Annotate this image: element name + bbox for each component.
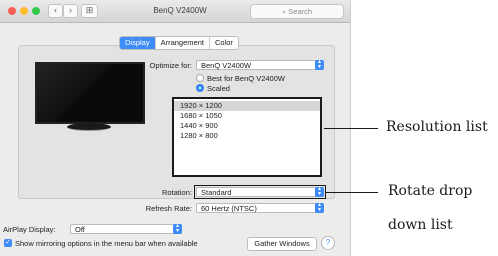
airplay-display-select[interactable]: Off ▴ ▾ bbox=[70, 223, 182, 234]
list-item[interactable]: 1440 × 900 bbox=[174, 121, 320, 131]
tab-display[interactable]: Display bbox=[120, 37, 156, 49]
minimize-window-button[interactable] bbox=[20, 7, 28, 15]
show-all-button[interactable]: ⊞ bbox=[81, 4, 98, 18]
list-item[interactable]: 1680 × 1050 bbox=[174, 111, 320, 121]
tab-arrangement[interactable]: Arrangement bbox=[156, 37, 210, 49]
updown-arrows-icon: ▴ ▾ bbox=[315, 59, 324, 70]
optimize-for-value: BenQ V2400W bbox=[201, 61, 252, 70]
grid-icon: ⊞ bbox=[85, 5, 94, 15]
monitor-screen-reflection bbox=[37, 64, 143, 122]
airplay-display-value: Off bbox=[75, 225, 85, 234]
resolution-list-callout: Resolution list bbox=[386, 119, 488, 135]
gather-windows-button[interactable]: Gather Windows bbox=[247, 237, 317, 251]
rotation-label: Rotation: bbox=[161, 188, 192, 197]
help-button[interactable]: ? bbox=[321, 236, 335, 250]
close-window-button[interactable] bbox=[8, 7, 16, 15]
display-preferences-window: ‹ › ⊞ BenQ V2400W ⌕ Search Display Arran… bbox=[0, 0, 351, 256]
title-bar: ‹ › ⊞ BenQ V2400W ⌕ Search bbox=[0, 0, 350, 23]
radio-best-for-display[interactable] bbox=[196, 74, 204, 82]
list-item[interactable]: 1280 × 800 bbox=[174, 131, 320, 141]
monitor-stand-base bbox=[67, 123, 111, 131]
updown-arrows-icon: ▴ ▾ bbox=[173, 223, 182, 234]
search-field[interactable]: ⌕ Search bbox=[250, 4, 344, 19]
rotation-value: Standard bbox=[201, 188, 232, 197]
updown-arrows-icon: ▴ ▾ bbox=[315, 202, 324, 213]
chevron-right-icon: › bbox=[69, 5, 72, 15]
chevron-left-icon: ‹ bbox=[54, 5, 57, 15]
zoom-window-button[interactable] bbox=[32, 7, 40, 15]
search-placeholder: Search bbox=[288, 7, 313, 16]
radio-best-for-display-label: Best for BenQ V2400W bbox=[207, 74, 285, 83]
tab-bar: Display Arrangement Color bbox=[119, 36, 239, 50]
window-title: BenQ V2400W bbox=[153, 6, 207, 15]
search-icon: ⌕ bbox=[281, 7, 287, 16]
rotate-callout-line2: down list bbox=[388, 217, 453, 233]
back-button[interactable]: ‹ bbox=[48, 4, 63, 18]
tab-color[interactable]: Color bbox=[210, 37, 238, 49]
radio-scaled[interactable] bbox=[196, 84, 204, 92]
airplay-display-label: AirPlay Display: bbox=[3, 225, 56, 234]
refresh-rate-select[interactable]: 60 Hertz (NTSC) ▴ ▾ bbox=[196, 202, 324, 213]
radio-scaled-label: Scaled bbox=[207, 84, 230, 93]
rotate-callout-line bbox=[326, 192, 378, 193]
optimize-for-select[interactable]: BenQ V2400W ▴ ▾ bbox=[196, 59, 324, 70]
refresh-rate-label: Refresh Rate: bbox=[145, 204, 192, 213]
optimize-for-label: Optimize for: bbox=[149, 61, 192, 70]
rotate-callout-line1: Rotate drop bbox=[388, 183, 473, 199]
rotation-select[interactable]: Standard ▴ ▾ bbox=[196, 186, 324, 197]
updown-arrows-icon: ▴ ▾ bbox=[315, 186, 324, 197]
resolution-callout-line bbox=[324, 128, 378, 129]
checkmark-icon: ✓ bbox=[5, 239, 11, 246]
refresh-rate-value: 60 Hertz (NTSC) bbox=[201, 204, 257, 213]
resolution-list[interactable]: 1920 × 1200 1680 × 1050 1440 × 900 1280 … bbox=[172, 97, 322, 177]
list-item[interactable]: 1920 × 1200 bbox=[174, 101, 320, 111]
monitor-image bbox=[35, 62, 145, 124]
mirroring-checkbox-label: Show mirroring options in the menu bar w… bbox=[15, 239, 198, 248]
forward-button[interactable]: › bbox=[63, 4, 78, 18]
mirroring-checkbox[interactable]: ✓ bbox=[4, 239, 12, 247]
question-mark-icon: ? bbox=[325, 238, 331, 247]
